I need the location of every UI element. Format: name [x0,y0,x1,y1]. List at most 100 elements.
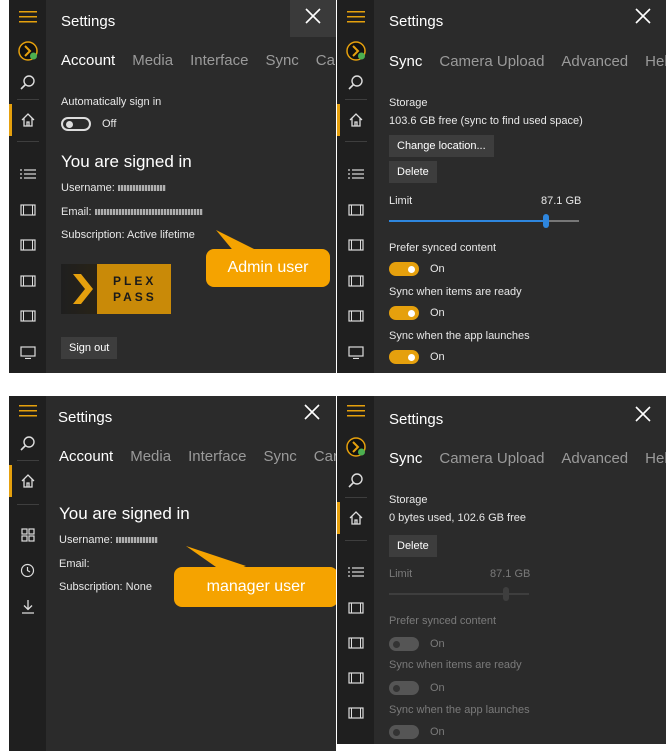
limit-slider[interactable] [389,214,579,228]
film-icon[interactable] [337,663,374,693]
manager-sync-panel: Settings Sync Camera Upload Advanced Help S… [337,396,666,744]
film-icon[interactable] [337,698,374,728]
prefer-synced-label: Prefer synced content [389,615,497,627]
tab-interface[interactable]: Interface [190,52,248,69]
sync-items-ready-state: On [430,682,445,694]
film-icon[interactable] [337,628,374,658]
close-button[interactable] [620,0,666,37]
hamburger-icon[interactable] [337,2,374,32]
storage-label: Storage [389,97,428,109]
tv-icon[interactable] [9,337,46,367]
change-location-button[interactable]: Change location... [389,135,494,157]
tab-media[interactable]: Media [132,52,173,69]
email-label: Email: [61,206,92,218]
home-icon[interactable] [337,503,374,533]
sync-app-launch-toggle [389,725,419,739]
content-area: Settings Sync Camera Upload Advanced Help S… [374,0,666,373]
plex-logo-icon[interactable] [9,36,46,66]
tab-sync[interactable]: Sync [263,448,296,465]
sign-out-button[interactable]: Sign out [61,337,118,359]
content-area: Settings Account Media Interface Sync Car Yo… [46,396,336,751]
film-icon[interactable] [337,195,374,225]
list-icon[interactable] [337,159,374,189]
sync-items-ready-toggle[interactable] [389,306,419,320]
prefer-synced-toggle[interactable] [389,262,419,276]
rail-divider [345,141,367,142]
plex-pass-line2: PASS [113,290,157,304]
hamburger-icon[interactable] [337,396,374,426]
search-icon[interactable] [337,466,374,496]
search-icon[interactable] [9,429,46,459]
close-button[interactable] [290,0,336,37]
manager-user-callout: manager user [174,567,336,607]
list-icon[interactable] [9,159,46,189]
close-icon [635,406,651,422]
email-label: Email: [59,558,90,570]
search-icon[interactable] [337,68,374,98]
limit-value: 87.1 GB [490,568,531,580]
username-label: Username: [61,182,115,194]
hamburger-icon[interactable] [9,396,46,426]
hamburger-icon[interactable] [9,2,46,32]
film-icon[interactable] [337,593,374,623]
tab-car[interactable]: Car [316,52,336,69]
film-icon[interactable] [9,301,46,331]
tab-help[interactable]: Help [645,450,666,467]
tab-advanced[interactable]: Advanced [561,53,628,70]
tab-account[interactable]: Account [59,448,113,465]
film-icon[interactable] [337,301,374,331]
limit-label: Limit [389,568,413,580]
plex-pass-logo: PLEX PASS [61,264,171,314]
username-label: Username: [59,534,113,546]
plex-logo-icon[interactable] [337,36,374,66]
tab-bar: Account Media Interface Sync Car [59,448,336,465]
download-icon[interactable] [9,591,46,621]
tab-camera-upload[interactable]: Camera Upload [439,450,544,467]
auto-sign-in-label: Automatically sign in [61,96,162,108]
sync-app-launch-label: Sync when the app launches [389,704,530,716]
close-button[interactable] [289,396,335,433]
film-icon[interactable] [9,195,46,225]
grid-icon[interactable] [9,520,46,550]
home-icon[interactable] [9,105,46,135]
tab-car[interactable]: Car [314,448,336,465]
list-icon[interactable] [337,557,374,587]
slider-thumb[interactable] [543,214,549,228]
admin-sync-panel: Settings Sync Camera Upload Advanced Help S… [337,0,666,373]
limit-slider-disabled [389,587,529,601]
film-icon[interactable] [337,266,374,296]
tv-icon[interactable] [337,337,374,367]
page-title: Settings [61,13,116,30]
tab-sync[interactable]: Sync [389,53,422,70]
delete-button[interactable]: Delete [389,535,437,557]
plex-logo-icon[interactable] [337,432,374,462]
tab-camera-upload[interactable]: Camera Upload [439,53,544,70]
film-icon[interactable] [9,230,46,260]
tab-sync[interactable]: Sync [265,52,298,69]
tab-advanced[interactable]: Advanced [561,450,628,467]
rail-divider [17,460,39,461]
tab-sync[interactable]: Sync [389,450,422,467]
prefer-synced-state: On [430,263,445,275]
prefer-synced-toggle [389,637,419,651]
tab-media[interactable]: Media [130,448,171,465]
delete-button[interactable]: Delete [389,161,437,183]
clock-icon[interactable] [9,555,46,585]
close-button[interactable] [620,396,666,435]
close-icon [304,404,320,420]
film-icon[interactable] [337,230,374,260]
auto-sign-in-toggle[interactable] [61,117,91,131]
redacted-username [117,185,166,192]
tab-help[interactable]: Help [645,53,666,70]
close-icon [305,8,321,24]
sync-app-launch-toggle[interactable] [389,350,419,364]
tab-account[interactable]: Account [61,52,115,69]
search-icon[interactable] [9,68,46,98]
home-icon[interactable] [9,466,46,496]
username-row: Username: [61,182,166,194]
manager-account-panel: Settings Account Media Interface Sync Car Yo… [9,396,336,751]
home-icon[interactable] [337,105,374,135]
sync-items-ready-label: Sync when items are ready [389,659,522,671]
tab-interface[interactable]: Interface [188,448,246,465]
film-icon[interactable] [9,266,46,296]
